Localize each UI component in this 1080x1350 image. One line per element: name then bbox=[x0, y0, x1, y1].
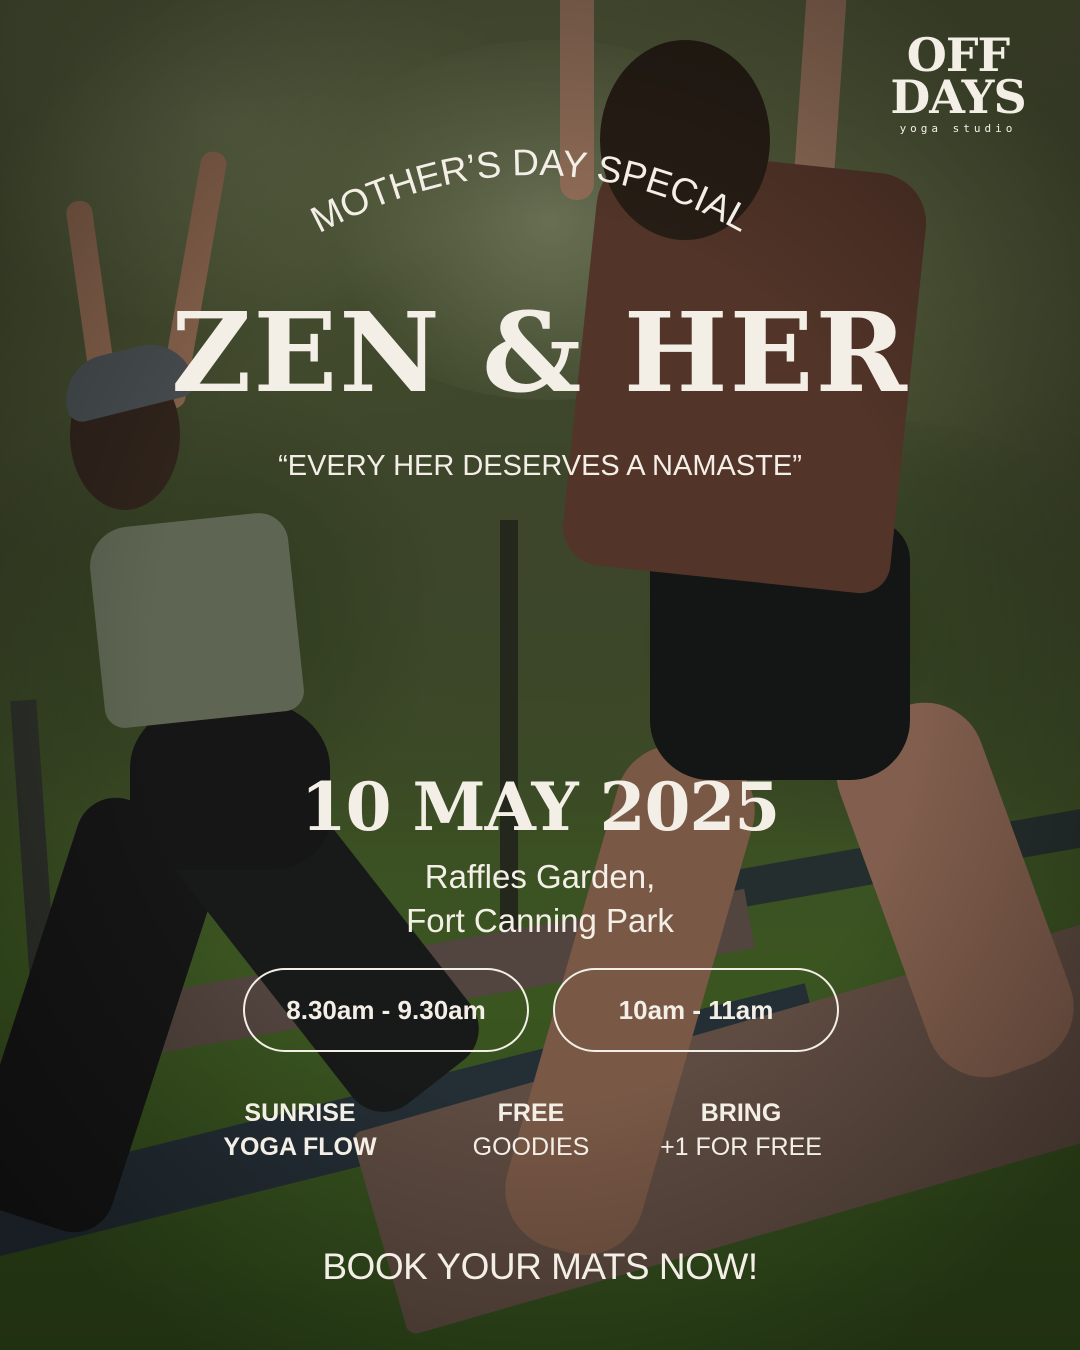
event-poster: OFF DAYS yoga studio MOTHER’S DAY SPECIA… bbox=[0, 0, 1080, 1350]
logo-subtitle: yoga studio bbox=[899, 122, 1017, 135]
event-venue: Raffles Garden, Fort Canning Park bbox=[0, 855, 1080, 943]
venue-line-1: Raffles Garden, bbox=[424, 858, 656, 895]
kicker-text: MOTHER’S DAY SPECIAL bbox=[304, 142, 757, 241]
feature-line-2: YOGA FLOW bbox=[223, 1133, 377, 1161]
event-tagline: “EVERY HER DESERVES A NAMASTE” bbox=[278, 450, 802, 482]
session-pill-early: 8.30am - 9.30am bbox=[243, 968, 529, 1052]
feature-sunrise-flow: SUNRISE YOGA FLOW bbox=[180, 1096, 420, 1164]
event-date: 10 MAY 2025 bbox=[300, 768, 781, 846]
venue-line-2: Fort Canning Park bbox=[406, 902, 674, 939]
feature-line-1: SUNRISE bbox=[244, 1099, 356, 1127]
logo-line-2: DAYS bbox=[890, 70, 1026, 124]
feature-line-2: +1 FOR FREE bbox=[660, 1133, 822, 1161]
feature-bring-friend: BRING +1 FOR FREE bbox=[621, 1096, 861, 1164]
session-pill-late: 10am - 11am bbox=[553, 968, 839, 1052]
book-mats-cta[interactable]: BOOK YOUR MATS NOW! bbox=[0, 1246, 1080, 1288]
feature-line-1: BRING bbox=[700, 1099, 782, 1127]
brand-logo: OFF DAYS yoga studio bbox=[878, 32, 1038, 135]
feature-line-1: FREE bbox=[497, 1099, 565, 1127]
feature-line-2: GOODIES bbox=[472, 1133, 590, 1161]
event-title: ZEN & HER bbox=[171, 288, 909, 417]
content-layer: OFF DAYS yoga studio MOTHER’S DAY SPECIA… bbox=[0, 0, 1080, 1350]
feature-free-goodies: FREE GOODIES bbox=[411, 1096, 651, 1164]
